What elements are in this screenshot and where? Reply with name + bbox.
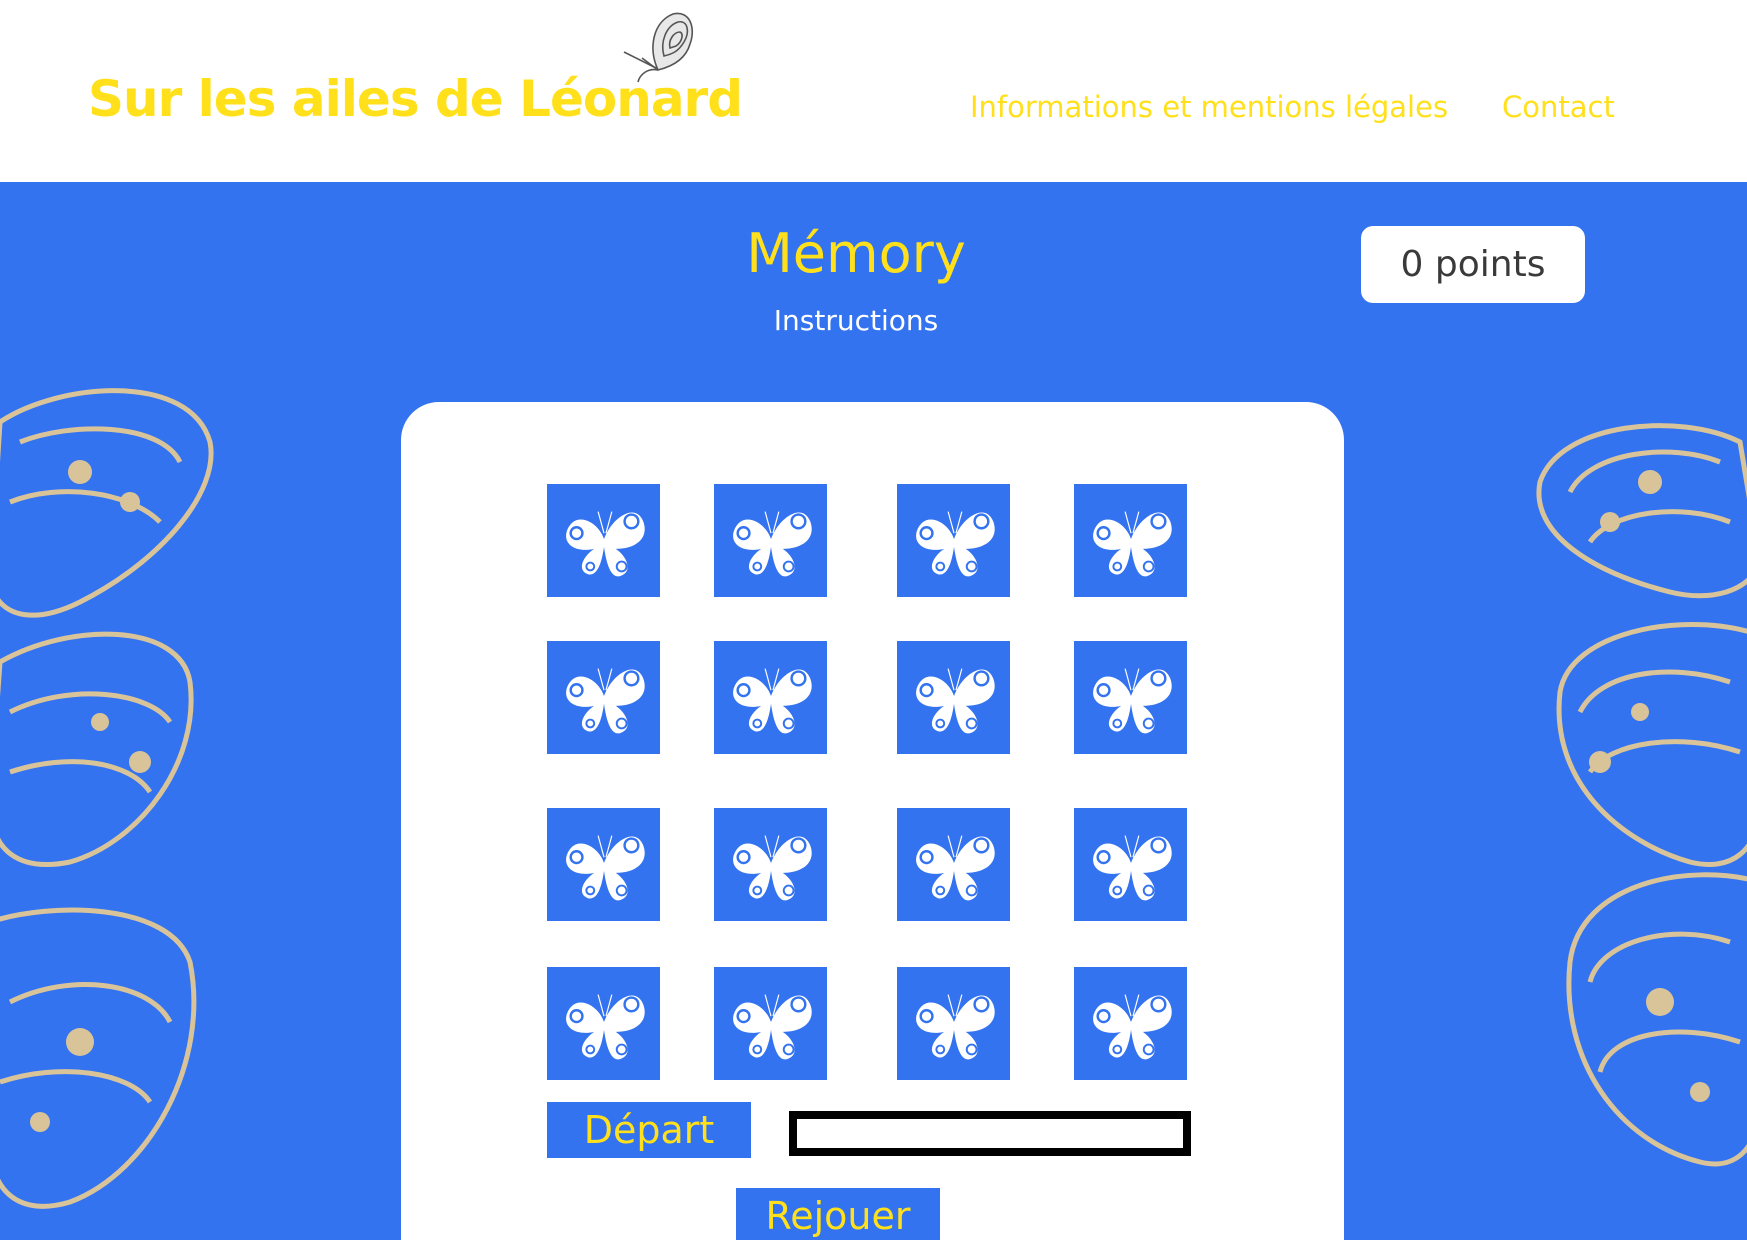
butterfly-icon <box>565 510 645 576</box>
instructions-link[interactable]: Instructions <box>0 304 1712 337</box>
butterfly-icon <box>915 834 995 900</box>
memory-card[interactable] <box>547 808 660 921</box>
butterfly-icon <box>565 667 645 733</box>
butterfly-icon <box>565 834 645 900</box>
nav-link-info[interactable]: Informations et mentions légales <box>970 90 1448 124</box>
timer-progress-bar <box>789 1111 1191 1156</box>
nav-link-contact[interactable]: Contact <box>1502 90 1615 124</box>
site-header: Sur les ailes de Léonard Informations et… <box>0 0 1747 182</box>
game-section: Mémory Instructions 0 points Départ Rejo… <box>0 182 1747 1240</box>
butterfly-icon <box>1092 667 1172 733</box>
butterfly-icon <box>915 993 995 1059</box>
butterfly-icon <box>732 667 812 733</box>
memory-card[interactable] <box>897 967 1010 1080</box>
memory-card[interactable] <box>547 641 660 754</box>
memory-card[interactable] <box>714 808 827 921</box>
memory-card[interactable] <box>897 808 1010 921</box>
memory-card[interactable] <box>897 641 1010 754</box>
decorative-wings-left <box>0 388 214 1209</box>
replay-button[interactable]: Rejouer <box>736 1188 940 1240</box>
butterfly-icon <box>1092 993 1172 1059</box>
memory-card[interactable] <box>1074 808 1187 921</box>
memory-card[interactable] <box>714 967 827 1080</box>
butterfly-icon <box>1092 510 1172 576</box>
memory-card[interactable] <box>547 967 660 1080</box>
memory-card[interactable] <box>714 484 827 597</box>
butterfly-icon <box>732 993 812 1059</box>
memory-board: Départ Rejouer <box>401 402 1344 1240</box>
memory-card[interactable] <box>1074 967 1187 1080</box>
start-button[interactable]: Départ <box>547 1102 751 1158</box>
memory-card[interactable] <box>547 484 660 597</box>
butterfly-icon <box>915 667 995 733</box>
memory-card[interactable] <box>714 641 827 754</box>
score-display: 0 points <box>1361 226 1585 303</box>
butterfly-icon <box>732 834 812 900</box>
butterfly-logo-icon <box>623 12 694 83</box>
memory-card[interactable] <box>1074 641 1187 754</box>
decorative-wings-right <box>1536 423 1747 1167</box>
butterfly-icon <box>915 510 995 576</box>
memory-card[interactable] <box>1074 484 1187 597</box>
butterfly-icon <box>565 993 645 1059</box>
memory-card[interactable] <box>897 484 1010 597</box>
butterfly-icon <box>1092 834 1172 900</box>
butterfly-icon <box>732 510 812 576</box>
